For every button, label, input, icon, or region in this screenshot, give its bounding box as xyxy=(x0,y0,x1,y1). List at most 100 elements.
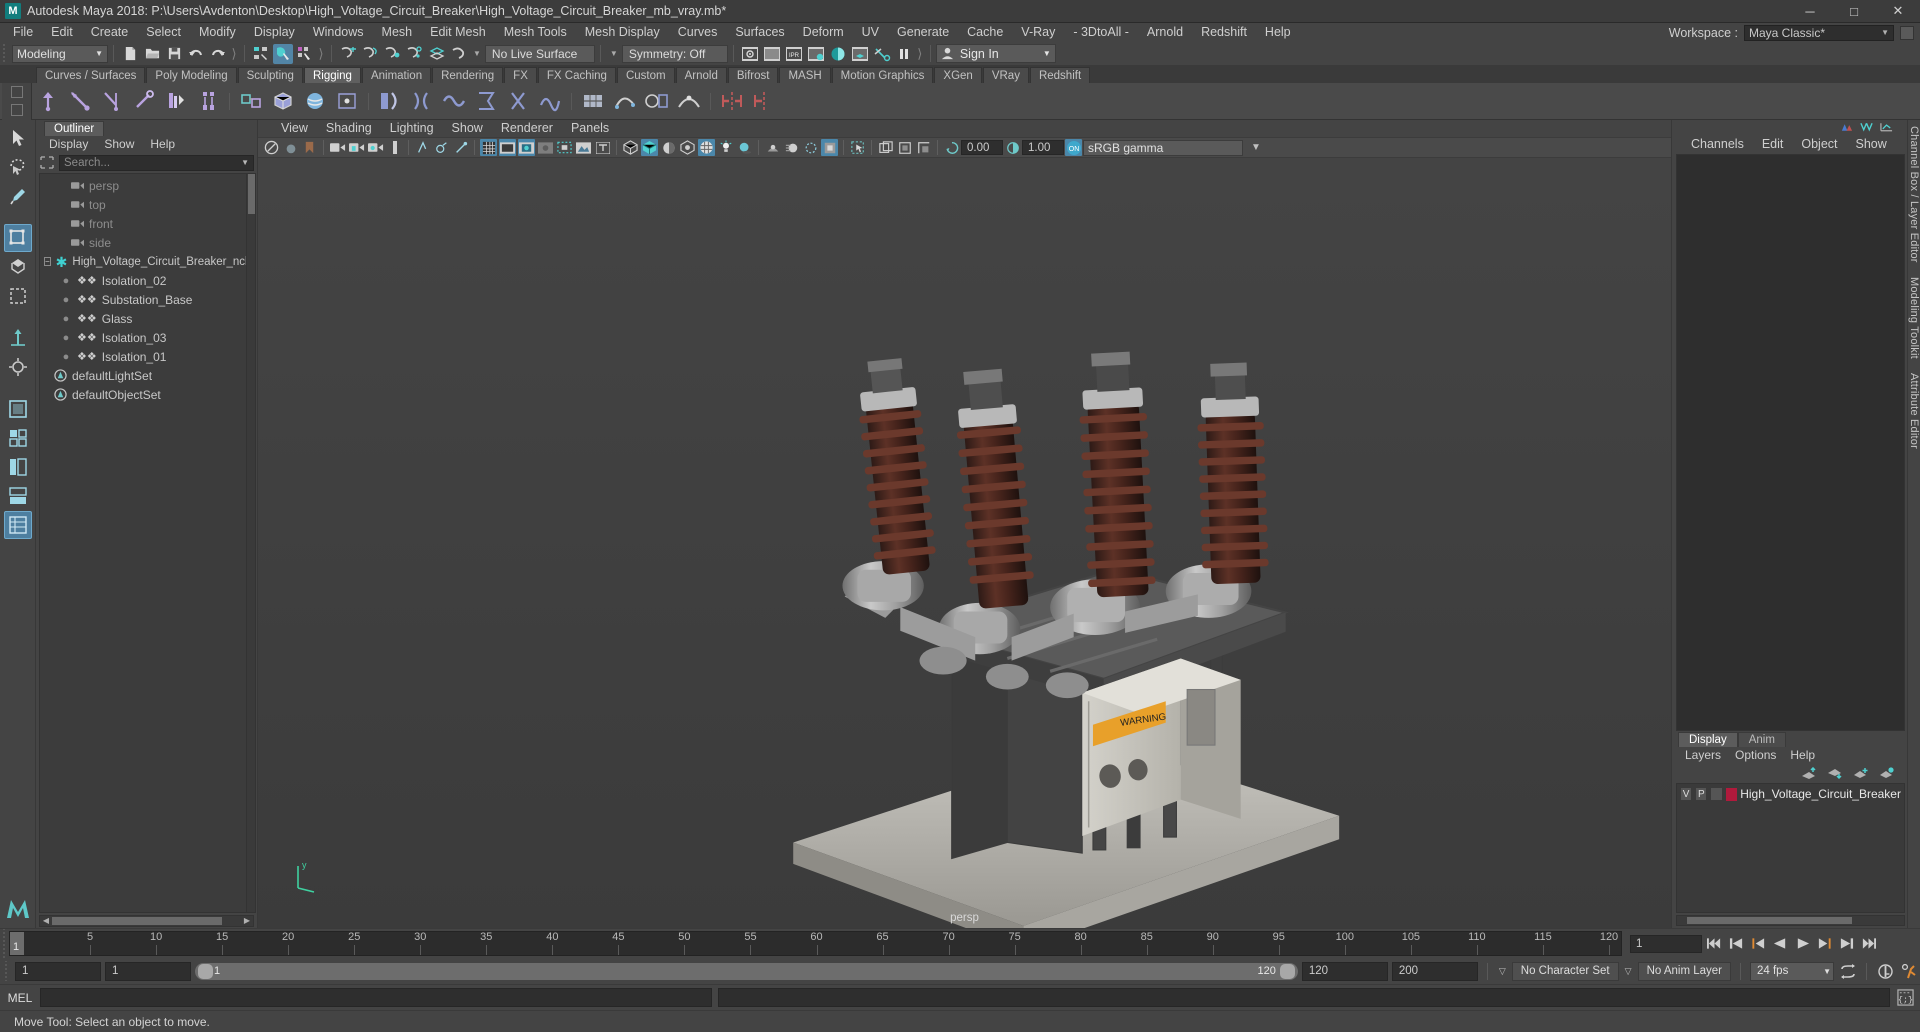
playback-speed-select[interactable]: 24 fps ▼ xyxy=(1750,961,1834,981)
move-layer-up-icon[interactable] xyxy=(1801,766,1817,780)
range-end-handle[interactable] xyxy=(1279,963,1295,979)
channels-show-menu[interactable]: Show xyxy=(1847,134,1896,154)
menu-help[interactable]: Help xyxy=(1256,23,1300,42)
layers-options-menu[interactable]: Options xyxy=(1728,747,1783,764)
play-backwards-icon[interactable] xyxy=(1771,934,1790,953)
create-joint-icon[interactable] xyxy=(34,86,62,116)
blend-shape-icon[interactable] xyxy=(643,86,671,116)
menu-edit[interactable]: Edit xyxy=(42,23,82,42)
layout-hypershade-button[interactable] xyxy=(3,511,32,539)
render-current-frame-icon[interactable] xyxy=(740,44,760,64)
hud-text-icon[interactable] xyxy=(594,139,611,156)
textured-mode-icon[interactable] xyxy=(698,139,715,156)
command-language-label[interactable]: MEL xyxy=(0,991,40,1005)
chevron-down-icon[interactable]: ▼ xyxy=(473,49,481,58)
outliner-item-defaultobjectset[interactable]: defaultObjectSet xyxy=(40,385,245,404)
shelf-tab-bifrost[interactable]: Bifrost xyxy=(727,67,779,83)
time-slider-grip[interactable] xyxy=(0,929,9,958)
layers-menu[interactable]: Layers xyxy=(1678,747,1728,764)
exposure-value-field[interactable]: 0.00 xyxy=(961,140,1003,155)
make-live-icon[interactable] xyxy=(448,44,468,64)
outliner-menu-display[interactable]: Display xyxy=(42,136,95,153)
shelf-tab-xgen[interactable]: XGen xyxy=(934,67,982,83)
character-set-dropdown-icon[interactable]: ▽ xyxy=(1497,966,1508,977)
snap-to-view-plane-icon[interactable] xyxy=(426,44,446,64)
snap-to-curve-icon[interactable] xyxy=(360,44,380,64)
animation-preferences-icon[interactable] xyxy=(1899,962,1918,981)
mirror-joint-icon[interactable] xyxy=(718,86,746,116)
menu-windows[interactable]: Windows xyxy=(304,23,373,42)
menu-arnold[interactable]: Arnold xyxy=(1138,23,1192,42)
render-region-icon[interactable] xyxy=(896,139,913,156)
outliner-item-defaultlightset[interactable]: defaultLightSet xyxy=(40,366,245,385)
outliner-vertical-scrollbar[interactable] xyxy=(246,174,255,912)
new-scene-icon[interactable] xyxy=(120,44,140,64)
isolate-select-icon[interactable] xyxy=(849,139,866,156)
nonlinear-wave-icon[interactable] xyxy=(536,86,564,116)
character-set-field[interactable]: No Character Set xyxy=(1511,961,1619,981)
menu-curves[interactable]: Curves xyxy=(669,23,727,42)
attribute-editor-toggle-icon[interactable] xyxy=(1880,121,1893,133)
nonlinear-squash-icon[interactable] xyxy=(472,86,500,116)
channels-object-menu[interactable]: Object xyxy=(1792,134,1846,154)
gamma-reset-icon[interactable] xyxy=(1004,139,1021,156)
step-back-key-icon[interactable] xyxy=(1749,934,1768,953)
step-forward-key-icon[interactable] xyxy=(1815,934,1834,953)
menu-3dtoall[interactable]: - 3DtoAll - xyxy=(1064,23,1138,42)
screen-space-ao-icon[interactable] xyxy=(764,139,781,156)
range-end-field[interactable]: 120 xyxy=(1301,961,1388,981)
menu-create[interactable]: Create xyxy=(82,23,138,42)
outliner-item-substation-base[interactable]: ● ❖❖ Substation_Base xyxy=(40,290,245,309)
show-manipulator-icon[interactable] xyxy=(1840,121,1853,133)
snap-to-point-icon[interactable] xyxy=(382,44,402,64)
menu-uv[interactable]: UV xyxy=(853,23,888,42)
shelf-tab-rendering[interactable]: Rendering xyxy=(432,67,504,83)
outliner-menu-show[interactable]: Show xyxy=(97,136,141,153)
select-camera-icon[interactable] xyxy=(263,139,280,156)
hypershade-icon[interactable] xyxy=(828,44,848,64)
rotate-tool-button[interactable] xyxy=(4,253,32,281)
select-by-object-icon[interactable] xyxy=(273,43,293,64)
snap-to-projected-center-icon[interactable] xyxy=(404,44,424,64)
select-by-hierarchy-icon[interactable] xyxy=(251,44,271,64)
lattice-icon[interactable] xyxy=(269,86,297,116)
gate-mask-toggle-icon[interactable] xyxy=(537,139,554,156)
collapse-handle[interactable]: ⟩ xyxy=(230,45,238,63)
animation-end-field[interactable]: 200 xyxy=(1391,961,1478,981)
bind-skin-icon[interactable] xyxy=(162,86,190,116)
open-render-view-icon[interactable] xyxy=(877,139,894,156)
range-start-field[interactable]: 1 xyxy=(105,961,191,981)
menu-mesh-tools[interactable]: Mesh Tools xyxy=(495,23,576,42)
command-input[interactable] xyxy=(40,988,712,1007)
step-forward-frame-icon[interactable] xyxy=(1837,934,1856,953)
shelf-tab-motion-graphics[interactable]: Motion Graphics xyxy=(831,67,934,83)
layer-playback-toggle[interactable]: P xyxy=(1695,787,1708,801)
maximize-button[interactable]: □ xyxy=(1832,0,1876,23)
viewport-menu-panels[interactable]: Panels xyxy=(562,120,618,137)
viewport-menu-renderer[interactable]: Renderer xyxy=(492,120,562,137)
last-tool-button[interactable] xyxy=(4,353,32,381)
close-button[interactable]: ✕ xyxy=(1876,0,1920,23)
outliner-item-high-voltage-circuit-breaker-ncl1-1[interactable]: − ✱ High_Voltage_Circuit_Breaker_ncl1_1 xyxy=(40,252,255,271)
shelf-tab-sculpting[interactable]: Sculpting xyxy=(237,67,303,83)
use-default-material-icon[interactable] xyxy=(679,139,696,156)
animation-start-field[interactable]: 1 xyxy=(15,961,101,981)
shelf-tab-fx-caching[interactable]: FX Caching xyxy=(537,67,616,83)
auto-key-icon[interactable] xyxy=(1876,962,1895,981)
viewport-menu-shading[interactable]: Shading xyxy=(317,120,381,137)
layout-persp-graph-button[interactable] xyxy=(4,482,32,510)
menu-vray[interactable]: V-Ray xyxy=(1012,23,1064,42)
outliner-horizontal-scrollbar[interactable]: ◀ ▶ xyxy=(39,915,254,927)
tab-outliner[interactable]: Outliner xyxy=(44,121,105,136)
outliner-search-input[interactable]: Search... ▼ xyxy=(59,154,254,171)
collapse-expander-icon[interactable]: − xyxy=(44,257,51,266)
side-tab-attribute-editor[interactable]: Attribute Editor xyxy=(1908,373,1920,449)
shelf-tab-animation[interactable]: Animation xyxy=(361,67,432,83)
image-plane-icon[interactable] xyxy=(329,139,346,156)
lasso-tool-button[interactable] xyxy=(4,153,32,181)
scrollbar-thumb[interactable] xyxy=(52,917,222,925)
nonlinear-twist-icon[interactable] xyxy=(504,86,532,116)
chevron-down-icon[interactable]: ▼ xyxy=(1251,142,1261,153)
render-settings-icon[interactable] xyxy=(806,44,826,64)
use-all-lights-icon[interactable] xyxy=(717,139,734,156)
